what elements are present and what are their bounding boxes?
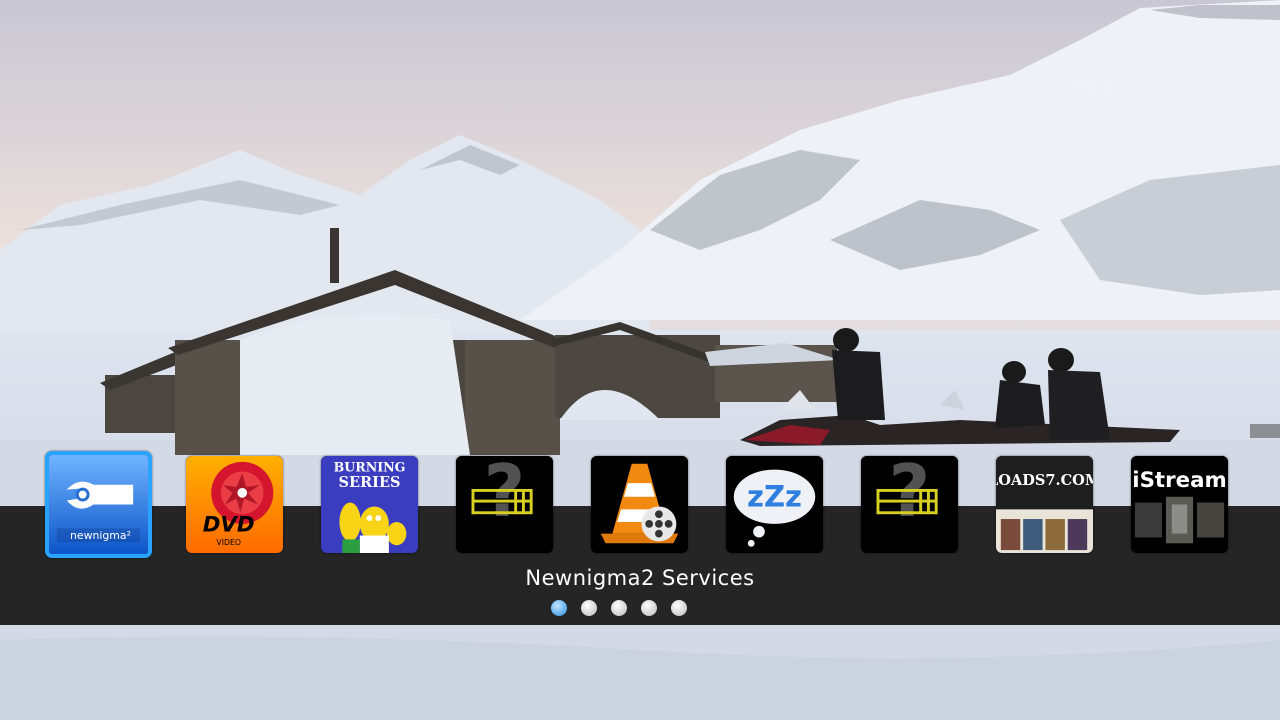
page-dot-5[interactable] xyxy=(671,600,687,616)
zzz-label: zZz xyxy=(747,479,802,513)
tile-unknown-plugin-1[interactable]: ? xyxy=(456,456,553,553)
newnigma2-label: newnigma² xyxy=(70,529,131,542)
dvd-label: DVD xyxy=(203,513,255,538)
tile-vlc-player[interactable] xyxy=(591,456,688,553)
burning-series-line1: BURNING xyxy=(334,460,406,475)
zzz-bubble-icon: zZz xyxy=(726,456,823,553)
question-mark-icon: ? xyxy=(456,456,553,553)
istream-label: iStream xyxy=(1132,468,1226,493)
wrench-icon: newnigma² xyxy=(49,455,148,554)
tile-unknown-plugin-2[interactable]: ? xyxy=(861,456,958,553)
tile-loads7[interactable]: LOADS7.COM xyxy=(996,456,1093,553)
tile-newnigma2-services[interactable]: newnigma² xyxy=(45,451,152,558)
tile-sleep-timer[interactable]: zZz xyxy=(726,456,823,553)
page-dot-3[interactable] xyxy=(611,600,627,616)
movie-posters-icon: iStream xyxy=(1131,456,1228,553)
tile-dvd-player[interactable]: DVD VIDEO xyxy=(186,456,283,553)
cartoon-family-icon: BURNING SERIES xyxy=(321,456,418,553)
question-mark-icon: ? xyxy=(861,456,958,553)
svg-text:?: ? xyxy=(889,456,931,533)
traffic-cone-film-reel-icon xyxy=(591,456,688,553)
page-dot-2[interactable] xyxy=(581,600,597,616)
page-indicator xyxy=(551,600,687,616)
dvd-disc-icon: DVD VIDEO xyxy=(186,456,283,553)
page-dot-1[interactable] xyxy=(551,600,567,616)
loads7-label: LOADS7.COM xyxy=(996,472,1093,489)
svg-text:?: ? xyxy=(484,456,526,533)
page-dot-4[interactable] xyxy=(641,600,657,616)
tile-istream[interactable]: iStream xyxy=(1131,456,1228,553)
selected-item-caption: Newnigma2 Services xyxy=(525,566,755,590)
movie-posters-icon: LOADS7.COM xyxy=(996,456,1093,553)
dvd-sub-label: VIDEO xyxy=(216,538,241,547)
burning-series-line2: SERIES xyxy=(338,474,400,491)
tile-burning-series[interactable]: BURNING SERIES xyxy=(321,456,418,553)
